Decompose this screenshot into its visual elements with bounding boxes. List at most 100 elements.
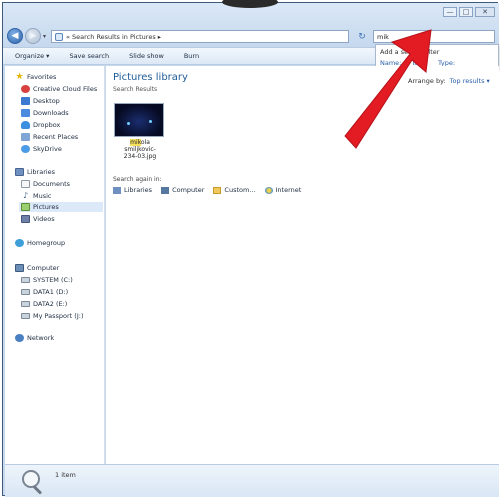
search-again-libraries[interactable]: Libraries: [113, 186, 152, 194]
save-search-button[interactable]: Save search: [69, 52, 109, 60]
search-again-custom[interactable]: Custom...: [213, 186, 256, 194]
nav-label: Network: [27, 334, 55, 342]
navigation-buttons: ◀ ▶ ▾: [7, 27, 48, 45]
minimize-button[interactable]: —: [443, 7, 457, 17]
documents-icon: [21, 180, 30, 188]
internet-icon: [264, 186, 273, 194]
nav-item-skydrive[interactable]: SkyDrive: [21, 144, 62, 154]
nav-item-documents[interactable]: Documents: [21, 179, 70, 189]
nav-favorites[interactable]: ★ Favorites: [15, 72, 56, 82]
drive-icon: [21, 277, 30, 283]
nav-item-videos[interactable]: Videos: [21, 214, 55, 224]
refresh-icon[interactable]: ↻: [355, 30, 369, 43]
file-name-part: smiljkovic-: [124, 146, 156, 153]
recent-pages-dropdown[interactable]: ▾: [43, 33, 46, 40]
maximize-button[interactable]: □: [459, 7, 473, 17]
skydrive-icon: [21, 145, 30, 153]
nav-label: My Passport (J:): [33, 312, 84, 320]
downloads-icon: [21, 109, 30, 117]
file-name-part: ola: [140, 139, 150, 146]
recent-places-icon: [21, 133, 30, 141]
nav-label: Favorites: [27, 73, 57, 81]
search-again-internet[interactable]: Internet: [264, 186, 302, 194]
magnifier-handle: [32, 485, 43, 495]
pictures-icon: [21, 203, 30, 211]
nav-label: Dropbox: [33, 121, 61, 129]
nav-label: Desktop: [33, 97, 60, 105]
folder-icon: [213, 186, 222, 194]
forward-button[interactable]: ▶: [25, 28, 41, 44]
nav-item-drive-j[interactable]: My Passport (J:): [21, 311, 83, 321]
nav-label: Libraries: [27, 168, 56, 176]
nav-item-creative-cloud[interactable]: Creative Cloud Files: [21, 84, 97, 94]
desktop-icon: [21, 97, 30, 105]
nav-item-drive-e[interactable]: DATA2 (E:): [21, 299, 67, 309]
nav-item-dropbox[interactable]: Dropbox: [21, 120, 60, 130]
libraries-icon: [113, 186, 121, 194]
nav-item-recent-places[interactable]: Recent Places: [21, 132, 78, 142]
nav-label: Music: [33, 192, 52, 200]
file-item[interactable]: mikola smiljkovic- 234-03.jpg: [114, 103, 168, 160]
search-again-title: Search again in:: [113, 176, 162, 183]
drive-icon: [21, 313, 30, 319]
nav-homegroup[interactable]: Homegroup: [15, 238, 65, 248]
music-icon: ♪: [22, 191, 29, 200]
computer-icon: [15, 264, 24, 272]
thumbnail-highlight: [127, 122, 130, 125]
explorer-window: — □ ✕ ◀ ▶ ▾ « Search Results in Pictures…: [2, 2, 499, 497]
nav-label: Downloads: [33, 109, 69, 117]
search-input[interactable]: mik: [373, 30, 495, 43]
nav-label: Computer: [27, 264, 60, 272]
nav-label: DATA2 (E:): [33, 300, 68, 308]
drive-icon: [21, 289, 30, 295]
search-again-computer[interactable]: Computer: [161, 186, 204, 194]
nav-libraries[interactable]: Libraries: [15, 167, 55, 177]
image-thumbnail: [114, 103, 164, 137]
nav-label: Documents: [33, 180, 71, 188]
search-folder-icon: [55, 32, 63, 41]
computer-icon: [161, 186, 170, 194]
burn-button[interactable]: Burn: [184, 52, 199, 60]
slide-show-button[interactable]: Slide show: [129, 52, 164, 60]
nav-item-drive-c[interactable]: SYSTEM (C:): [21, 275, 73, 285]
file-name: mikola smiljkovic- 234-03.jpg: [114, 139, 166, 160]
nav-network[interactable]: Network: [15, 333, 54, 343]
nav-item-downloads[interactable]: Downloads: [21, 108, 69, 118]
arrange-by-label: Arrange by:: [408, 77, 446, 85]
search-again-label: Libraries: [124, 186, 153, 194]
navigation-pane: ★ Favorites Creative Cloud Files Desktop…: [5, 66, 105, 464]
file-name-match: mik: [130, 139, 141, 146]
nav-item-drive-d[interactable]: DATA1 (D:): [21, 287, 68, 297]
network-icon: [15, 334, 24, 342]
address-bar[interactable]: « Search Results in Pictures ▸: [51, 30, 349, 43]
nav-label: Videos: [33, 215, 55, 223]
videos-icon: [21, 215, 30, 223]
content-pane: Pictures library Search Results Arrange …: [106, 66, 499, 464]
address-path: « Search Results in Pictures ▸: [66, 32, 162, 41]
star-icon: ★: [15, 72, 24, 82]
creative-cloud-icon: [21, 85, 30, 93]
nav-item-desktop[interactable]: Desktop: [21, 96, 60, 106]
details-pane: 1 item: [5, 464, 499, 497]
item-count: 1 item: [55, 471, 76, 479]
nav-label: SkyDrive: [33, 145, 62, 153]
drive-icon: [21, 301, 30, 307]
nav-label: Homegroup: [27, 239, 66, 247]
nav-computer[interactable]: Computer: [15, 263, 59, 273]
library-title: Pictures library: [113, 72, 188, 83]
nav-item-music[interactable]: ♪ Music: [21, 191, 52, 201]
arrange-by-dropdown[interactable]: Top results ▾: [450, 77, 490, 85]
nav-label: DATA1 (D:): [33, 288, 69, 296]
organize-button[interactable]: Organize ▾: [15, 52, 49, 60]
search-again-label: Computer: [172, 186, 205, 194]
nav-label: Recent Places: [33, 133, 79, 141]
search-again-label: Internet: [275, 186, 302, 194]
nav-item-pictures[interactable]: Pictures: [19, 202, 103, 212]
window-controls: — □ ✕: [443, 7, 495, 17]
arrange-by: Arrange by: Top results ▾: [408, 77, 490, 85]
back-button[interactable]: ◀: [7, 28, 23, 44]
nav-label: SYSTEM (C:): [33, 276, 73, 284]
nav-label: Pictures: [33, 203, 59, 211]
search-filter-title: Add a search filter: [380, 48, 440, 56]
close-button[interactable]: ✕: [475, 7, 495, 17]
